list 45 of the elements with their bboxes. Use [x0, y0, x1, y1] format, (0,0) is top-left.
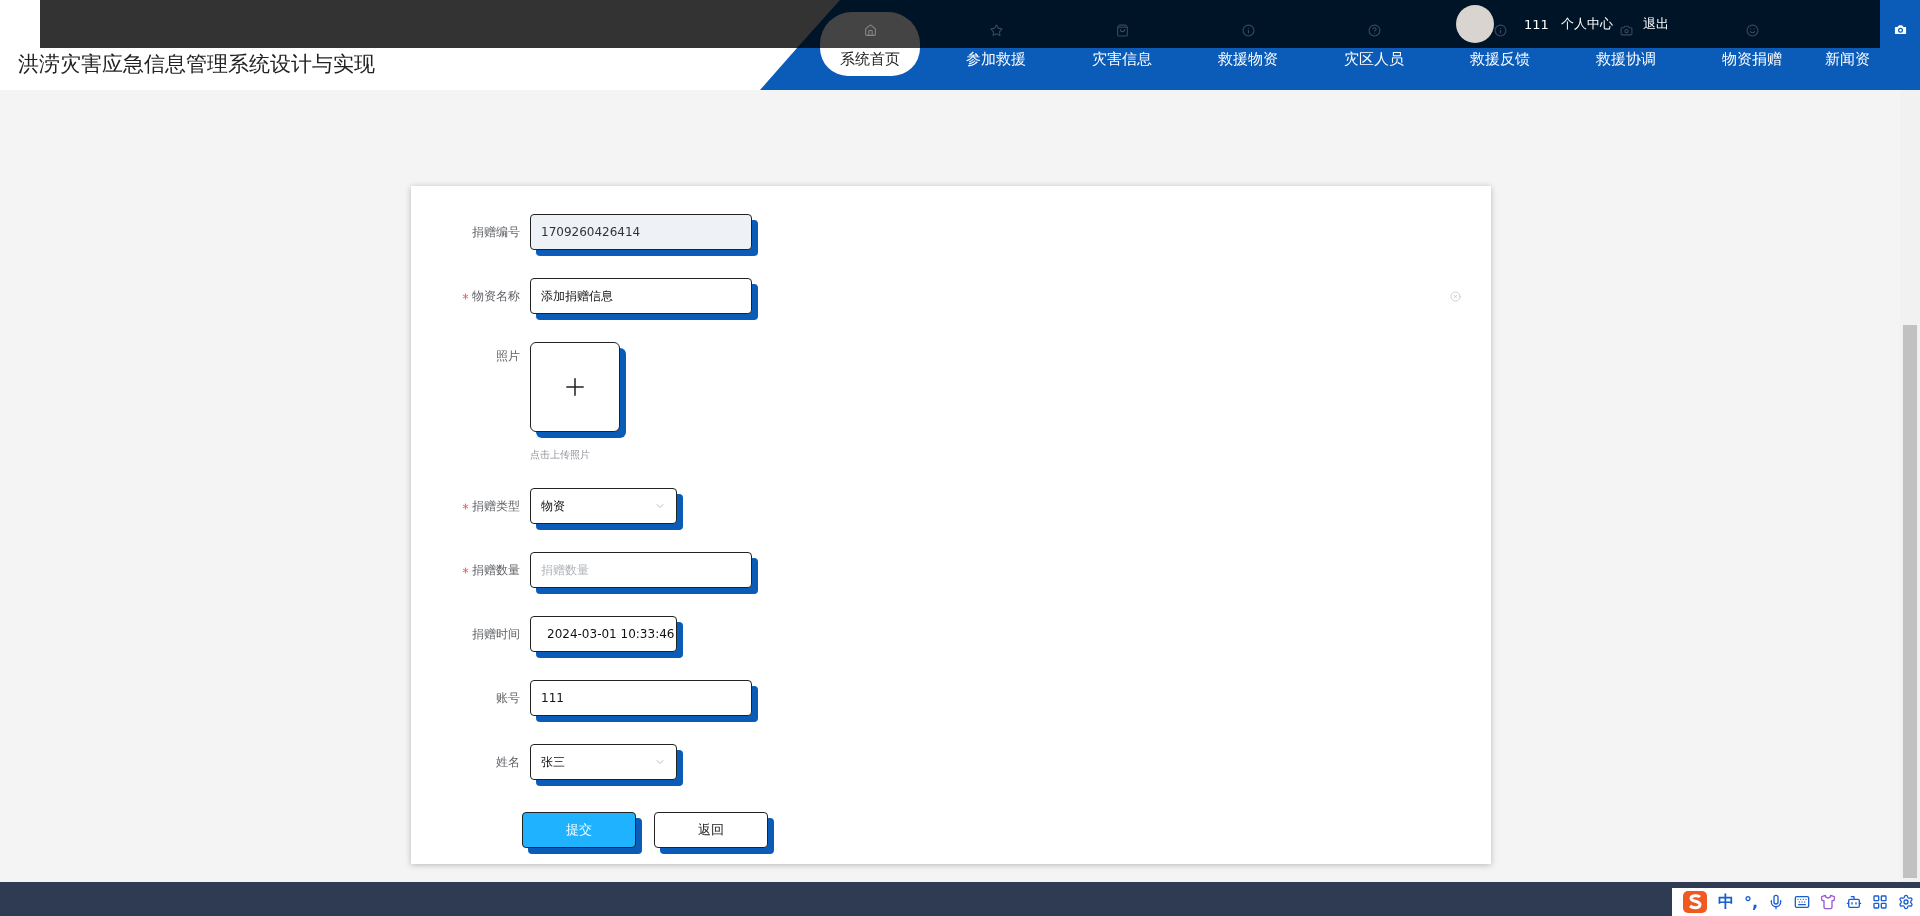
camera-icon — [1619, 23, 1633, 37]
field-label: 姓名 — [496, 753, 520, 771]
nav-tab[interactable]: 灾害信息 — [1092, 48, 1152, 76]
field-label: 捐赠时间 — [472, 625, 520, 643]
user-name: 111 — [1524, 16, 1549, 32]
field-label: 捐赠数量 — [472, 561, 520, 579]
home-icon — [863, 23, 877, 37]
field-label: 照片 — [496, 348, 520, 365]
nav-tab[interactable]: 救援反馈 — [1470, 48, 1530, 76]
nav-tab[interactable]: 救援协调 — [1596, 48, 1656, 76]
nav-tab[interactable]: 救援物资 — [1218, 48, 1278, 76]
microphone-icon[interactable] — [1768, 894, 1784, 910]
shirt-icon[interactable] — [1820, 894, 1836, 910]
bag-icon — [1115, 23, 1129, 37]
keyboard-icon[interactable] — [1794, 894, 1810, 910]
ime-mode[interactable]: 中 — [1717, 891, 1734, 913]
grid-icon[interactable] — [1872, 894, 1888, 910]
site-title: 洪涝灾害应急信息管理系统设计与实现 — [18, 52, 375, 76]
ime-punctuation[interactable]: °, — [1743, 892, 1758, 912]
camera-icon — [1892, 22, 1908, 37]
info-icon — [1241, 23, 1255, 37]
field-label: 账号 — [496, 689, 520, 707]
top-link[interactable]: 退出 — [1642, 15, 1669, 33]
nav-tab[interactable]: 参加救援 — [966, 48, 1026, 76]
field-label: 捐赠类型 — [472, 497, 520, 515]
settings-icon[interactable] — [1898, 894, 1914, 910]
help-icon — [1367, 23, 1381, 37]
field-label: 捐赠编号 — [472, 223, 520, 241]
required-asterisk-icon — [462, 292, 469, 300]
nav-tab[interactable]: 灾区人员 — [1344, 48, 1404, 76]
top-link[interactable]: 个人中心 — [1560, 15, 1613, 33]
robot-icon[interactable] — [1846, 894, 1862, 910]
field-label: 物资名称 — [472, 287, 520, 305]
star-icon — [989, 23, 1003, 37]
avatar[interactable] — [1456, 5, 1494, 43]
nav-tab[interactable]: 新闻资 — [1825, 48, 1870, 76]
camera-button[interactable] — [1880, 0, 1920, 90]
required-asterisk-icon — [462, 502, 469, 510]
ime-logo-icon[interactable] — [1681, 890, 1708, 914]
nav-tab[interactable]: 物资捐赠 — [1722, 48, 1782, 76]
smile-icon — [1745, 23, 1759, 37]
required-asterisk-icon — [462, 566, 469, 574]
upload-hint: 点击上传照片 — [530, 448, 591, 462]
nav-tab[interactable]: 系统首页 — [820, 48, 920, 76]
info-icon — [1493, 23, 1507, 37]
